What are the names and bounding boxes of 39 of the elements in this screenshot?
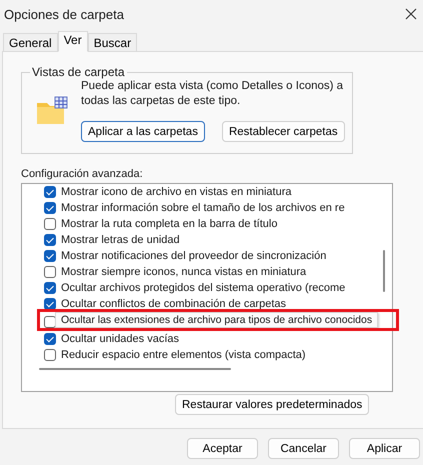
cancel-button[interactable]: Cancelar bbox=[268, 438, 339, 459]
setting-label: Ocultar archivos protegidos del sistema operativo (recome bbox=[61, 282, 346, 294]
checkbox[interactable] bbox=[44, 349, 56, 361]
apply-button[interactable]: Aplicar bbox=[349, 438, 420, 459]
setting-label: Mostrar letras de unidad bbox=[61, 234, 180, 246]
checkbox[interactable] bbox=[44, 282, 56, 294]
checkbox[interactable] bbox=[44, 218, 56, 230]
apply-folders-button[interactable]: Aplicar a las carpetas bbox=[81, 121, 205, 142]
folder-icon bbox=[36, 95, 68, 125]
setting-label: Mostrar información sobre el tamaño de los archivos en re bbox=[61, 202, 345, 214]
description-text: Puede aplicar esta vista (como Detalles o Iconos) a todas las carpetas de este tipo. bbox=[81, 79, 344, 109]
setting-label: Mostrar siempre iconos, nunca vistas en miniatura bbox=[61, 266, 306, 278]
tab[interactable]: Buscar bbox=[88, 33, 138, 51]
checkbox[interactable] bbox=[44, 186, 56, 198]
setting-label: Mostrar notificaciones del proveedor de sincronización bbox=[61, 250, 326, 262]
horizontal-scrollbar[interactable] bbox=[39, 368, 231, 370]
reset-folders-button[interactable]: Restablecer carpetas bbox=[222, 121, 345, 142]
checkbox[interactable] bbox=[44, 250, 56, 262]
restore-defaults-button[interactable]: Restaurar valores predeterminados bbox=[175, 394, 370, 415]
checkbox[interactable] bbox=[44, 266, 56, 278]
close-icon[interactable] bbox=[405, 8, 417, 20]
tab[interactable]: Ver bbox=[58, 31, 88, 52]
ok-button[interactable]: Aceptar bbox=[187, 438, 258, 459]
checkbox[interactable] bbox=[44, 234, 56, 246]
advanced-settings-label: Configuración avanzada: bbox=[21, 168, 144, 180]
checkbox[interactable] bbox=[44, 316, 56, 328]
window-title: Opciones de carpeta bbox=[4, 6, 124, 22]
group-title: Vistas de carpeta bbox=[31, 65, 126, 79]
checkbox[interactable] bbox=[44, 333, 56, 345]
setting-label: Mostrar la ruta completa en la barra de título bbox=[61, 218, 278, 230]
checkbox[interactable] bbox=[44, 202, 56, 214]
vertical-scrollbar[interactable] bbox=[383, 250, 385, 292]
setting-label: Reducir espacio entre elementos (vista compacta) bbox=[61, 349, 306, 361]
checkbox[interactable] bbox=[44, 298, 56, 310]
tab[interactable]: General bbox=[3, 33, 58, 51]
setting-label: Mostrar icono de archivo en vistas en miniatura bbox=[61, 186, 292, 198]
setting-label: Ocultar unidades vacías bbox=[61, 333, 180, 345]
setting-label: Ocultar conflictos de combinación de carpetas bbox=[61, 298, 286, 310]
tooltip: Ocultar las extensiones de archivo para tipos de archivo conocidos bbox=[55, 312, 378, 328]
